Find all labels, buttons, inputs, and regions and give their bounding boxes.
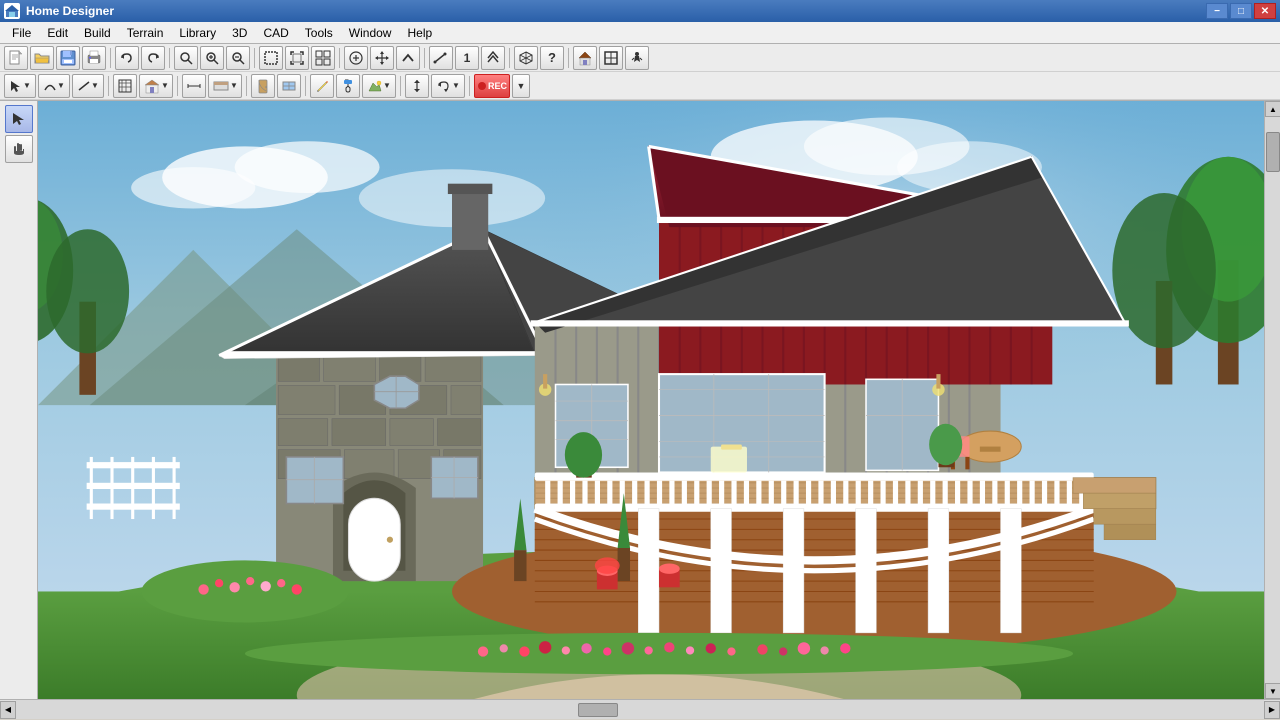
open-button[interactable]	[30, 46, 54, 70]
sep2-1	[108, 76, 109, 96]
hand-button[interactable]	[5, 135, 33, 163]
grid-button[interactable]	[113, 74, 137, 98]
h-scroll-right-arrow[interactable]: ▶	[1264, 701, 1280, 719]
exterior-button[interactable]	[573, 46, 597, 70]
maximize-button[interactable]: □	[1230, 3, 1252, 19]
draw-button[interactable]	[310, 74, 334, 98]
toolbar-row-1: 1 ?	[0, 44, 1280, 72]
print-button[interactable]	[82, 46, 106, 70]
wall-button[interactable]: ▼	[208, 74, 242, 98]
sep2-4	[305, 76, 306, 96]
rotate-button[interactable]: ▼	[431, 74, 465, 98]
scroll-thumb[interactable]	[1266, 132, 1280, 172]
left-panel	[0, 101, 38, 699]
zoom-out-button[interactable]	[226, 46, 250, 70]
line-button[interactable]	[429, 46, 453, 70]
app-title: Home Designer	[26, 4, 1206, 18]
scroll-up-arrow[interactable]: ▲	[1265, 101, 1280, 117]
up-arrow-button[interactable]	[396, 46, 420, 70]
sep-7	[568, 48, 569, 68]
zoom-in-button[interactable]	[200, 46, 224, 70]
new-button[interactable]	[4, 46, 28, 70]
menu-window[interactable]: Window	[341, 24, 400, 42]
sep-4	[339, 48, 340, 68]
h-scroll-thumb[interactable]	[578, 703, 618, 717]
menu-tools[interactable]: Tools	[297, 24, 341, 42]
menu-file[interactable]: File	[4, 24, 39, 42]
main-area: ▲ ▼	[0, 101, 1280, 699]
walkthrough-button[interactable]	[625, 46, 649, 70]
add-button[interactable]	[344, 46, 368, 70]
3d-view-button[interactable]	[514, 46, 538, 70]
sep2-3	[246, 76, 247, 96]
line-tool-button[interactable]: ▼	[72, 74, 104, 98]
terrain-button[interactable]: ▼	[362, 74, 396, 98]
arc-tool-button[interactable]: ▼	[38, 74, 70, 98]
sep2-5	[400, 76, 401, 96]
toolbar-row-2: ▼ ▼ ▼ ▼ ▼	[0, 72, 1280, 100]
bottom-scrollbar: ◀ ▶	[0, 699, 1280, 719]
menu-help[interactable]: Help	[399, 24, 440, 42]
search-button[interactable]	[174, 46, 198, 70]
scroll-down-arrow[interactable]: ▼	[1265, 683, 1280, 699]
paint-button[interactable]	[336, 74, 360, 98]
sep-3	[254, 48, 255, 68]
redo-button[interactable]	[141, 46, 165, 70]
save-button[interactable]	[56, 46, 80, 70]
rec-dropdown-button[interactable]: ▼	[512, 74, 530, 98]
app-icon	[4, 3, 20, 19]
canvas-scrollbar: ▲ ▼	[1264, 101, 1280, 699]
menu-bar: File Edit Build Terrain Library 3D CAD T…	[0, 22, 1280, 44]
door-button[interactable]	[251, 74, 275, 98]
menu-library[interactable]: Library	[171, 24, 224, 42]
help-button[interactable]: ?	[540, 46, 564, 70]
zoom-fit-button[interactable]	[311, 46, 335, 70]
num1-button[interactable]: 1	[455, 46, 479, 70]
floor-plan-button[interactable]	[599, 46, 623, 70]
menu-edit[interactable]: Edit	[39, 24, 76, 42]
undo-button[interactable]	[115, 46, 139, 70]
window-controls: − □ ✕	[1206, 3, 1276, 19]
fit-button[interactable]	[285, 46, 309, 70]
canvas-area: ▲ ▼	[38, 101, 1280, 699]
sep-2	[169, 48, 170, 68]
sep-1	[110, 48, 111, 68]
pan-button[interactable]	[370, 46, 394, 70]
minimize-button[interactable]: −	[1206, 3, 1228, 19]
window-button[interactable]	[277, 74, 301, 98]
house-render	[38, 101, 1280, 699]
room-button[interactable]: ▼	[139, 74, 173, 98]
select-tool-button[interactable]: ▼	[4, 74, 36, 98]
sep2-2	[177, 76, 178, 96]
h-scroll-track	[16, 700, 1264, 719]
menu-3d[interactable]: 3D	[224, 24, 255, 42]
toolbar-area: 1 ? ▼ ▼	[0, 44, 1280, 101]
scroll-track	[1265, 117, 1280, 683]
select-box-button[interactable]	[259, 46, 283, 70]
h-scroll-left-arrow[interactable]: ◀	[0, 701, 16, 719]
sep2-6	[469, 76, 470, 96]
menu-build[interactable]: Build	[76, 24, 119, 42]
menu-terrain[interactable]: Terrain	[119, 24, 172, 42]
chevron-up-button[interactable]	[481, 46, 505, 70]
sep-5	[424, 48, 425, 68]
select-lp-button[interactable]	[5, 105, 33, 133]
dimension-button[interactable]	[182, 74, 206, 98]
elevation-button[interactable]	[405, 74, 429, 98]
close-button[interactable]: ✕	[1254, 3, 1276, 19]
sep-6	[509, 48, 510, 68]
title-bar: Home Designer − □ ✕	[0, 0, 1280, 22]
record-button[interactable]: REC	[474, 74, 510, 98]
menu-cad[interactable]: CAD	[255, 24, 296, 42]
